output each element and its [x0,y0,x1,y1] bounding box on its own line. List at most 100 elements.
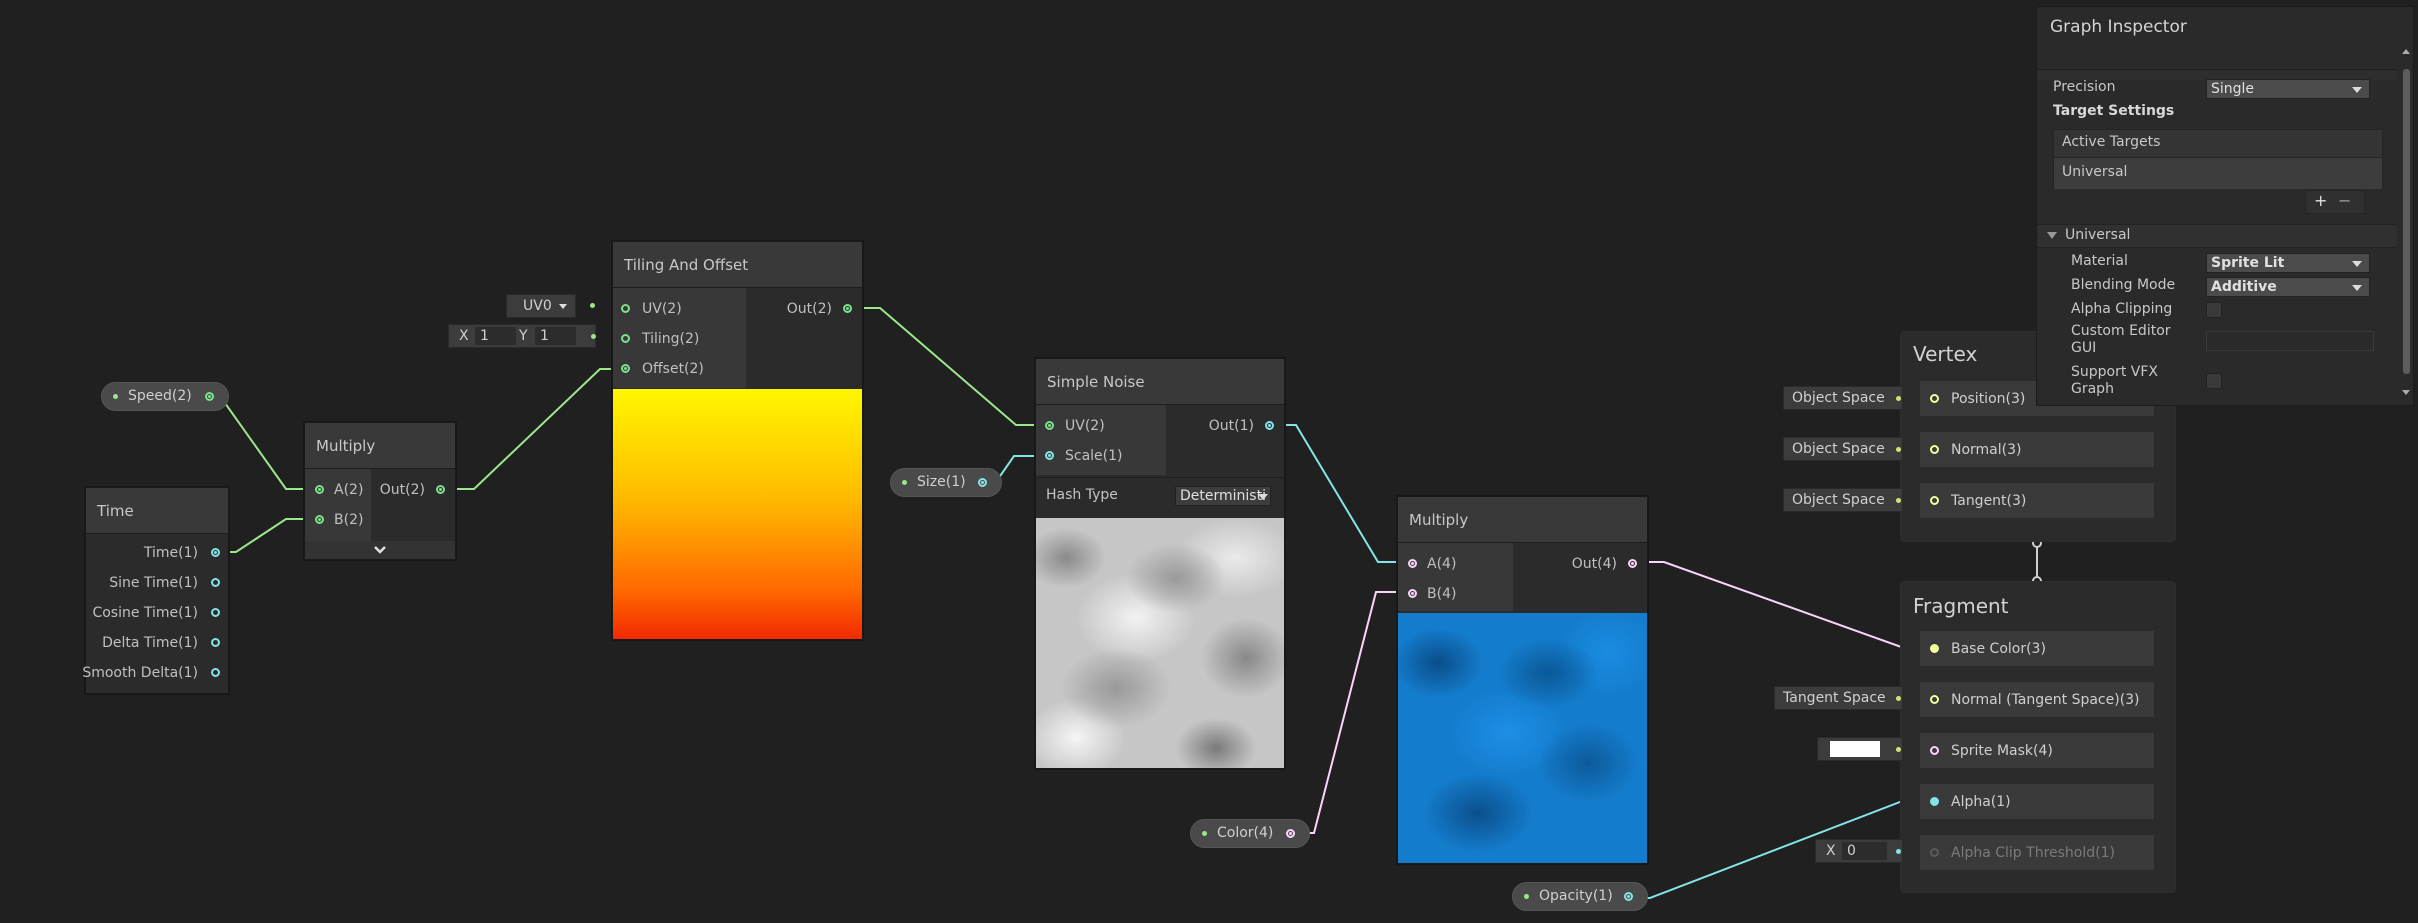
speed-output-port[interactable] [205,392,214,401]
opacity-property-node[interactable]: Opacity(1) [1512,882,1648,911]
sprite-mask-slot[interactable]: Sprite Mask(4) [1919,732,2155,769]
delta-time-port[interactable] [211,638,220,647]
uv-input-port[interactable] [1045,421,1054,430]
tangent-slot[interactable]: Tangent(3) [1919,482,2155,519]
hash-type-dropdown[interactable]: Deterministi [1175,486,1271,506]
normal-ts-slot[interactable]: Normal (Tangent Space)(3) [1919,681,2155,718]
normal-ts-port[interactable] [1930,695,1939,704]
scroll-thumb[interactable] [2403,69,2410,374]
input-a-port[interactable] [315,485,324,494]
tangent-space-field[interactable]: Object Space [1783,488,1903,512]
base-color-port[interactable] [1930,644,1939,653]
alpha-clipping-label: Alpha Clipping [2071,301,2173,317]
normal-ts-label: Normal (Tangent Space)(3) [1951,692,2140,708]
add-target-button[interactable]: + [2314,191,2327,210]
alpha-clip-field[interactable]: X 0 [1815,839,1903,863]
expand-toggle[interactable] [305,541,455,559]
active-targets-list[interactable]: Active Targets Universal [2053,129,2383,189]
sprite-mask-color-field[interactable] [1817,737,1903,761]
node-title: Multiply [305,423,455,469]
position-label: Position(3) [1951,391,2026,407]
node-title: Time [86,488,228,534]
size-output-port[interactable] [978,478,987,487]
output-label: Out(1) [1208,418,1254,434]
tiling-x-label: X [459,328,469,344]
hash-type-label: Hash Type [1046,487,1118,503]
tiling-vector-field[interactable]: X 1 Y 1 [448,324,596,348]
speed-property-node[interactable]: Speed(2) [101,382,229,411]
sine-time-port[interactable] [211,578,220,587]
input-b-port[interactable] [1408,589,1417,598]
uv-input-label: UV(2) [1065,418,1105,434]
alpha-slot[interactable]: Alpha(1) [1919,783,2155,820]
alpha-clip-label: Alpha Clip Threshold(1) [1951,845,2115,861]
smooth-delta-port[interactable] [211,668,220,677]
output-port[interactable] [1265,421,1274,430]
precision-value: Single [2211,81,2255,97]
cosine-time-port[interactable] [211,608,220,617]
multiply-node-2[interactable]: Multiply A(4) B(4) Out(4) [1397,496,1648,864]
input-a-port[interactable] [1408,559,1417,568]
color-output-port[interactable] [1286,829,1295,838]
precision-dropdown[interactable]: Single [2206,79,2370,99]
time-port[interactable] [211,548,220,557]
base-color-slot[interactable]: Base Color(3) [1919,630,2155,667]
color-swatch[interactable] [1830,741,1880,757]
output-port[interactable] [1628,559,1637,568]
normal-space-field[interactable]: Object Space [1783,437,1903,461]
sprite-mask-port[interactable] [1930,746,1939,755]
remove-target-button[interactable]: − [2338,191,2351,210]
output-label: Out(4) [1571,556,1617,572]
scroll-up-arrow-icon[interactable] [2402,49,2410,54]
scale-input-port[interactable] [1045,451,1054,460]
uv-input-port[interactable] [621,304,630,313]
normal-space-tag[interactable]: Tangent Space [1774,686,1903,710]
input-b-port[interactable] [315,515,324,524]
scroll-down-arrow-icon[interactable] [2402,390,2410,395]
tiling-input-port[interactable] [621,334,630,343]
preview-gradient [613,389,862,639]
tiling-y-input[interactable]: 1 [535,327,576,345]
custom-editor-input[interactable] [2206,331,2374,351]
color-property-node[interactable]: Color(4) [1190,819,1310,848]
simple-noise-node[interactable]: Simple Noise UV(2) Scale(1) Out(1) Hash … [1035,358,1285,769]
wire-tiling-to-noise-uv [853,307,1048,426]
section-title: Universal [2065,227,2131,243]
output-port[interactable] [436,485,445,494]
support-vfx-checkbox[interactable] [2206,373,2222,389]
time-node[interactable]: Time Time(1) Sine Time(1) Cosine Time(1)… [82,487,229,694]
normal-slot[interactable]: Normal(3) [1919,431,2155,468]
inspector-scrollbar[interactable] [2400,47,2413,397]
output-port[interactable] [843,304,852,313]
property-dot-icon [902,480,907,485]
opacity-output-port[interactable] [1624,892,1633,901]
multiply-node-1[interactable]: Multiply A(2) B(2) Out(2) [304,422,456,560]
alpha-clip-port[interactable] [1930,848,1939,857]
input-a-label: A(4) [1427,556,1457,572]
alpha-clip-x-input[interactable]: 0 [1842,842,1887,860]
input-b-label: B(2) [334,512,364,528]
space-value: Object Space [1792,390,1885,406]
tiling-x-input[interactable]: 1 [475,327,516,345]
chevron-down-icon [374,546,386,554]
normal-port[interactable] [1930,445,1939,454]
offset-input-port[interactable] [621,364,630,373]
blending-mode-dropdown[interactable]: Additive [2206,277,2370,297]
graph-inspector-panel[interactable]: Graph Inspector Precision Single Target … [2036,6,2414,406]
position-space-field[interactable]: Object Space [1783,386,1903,410]
alpha-clipping-checkbox[interactable] [2206,302,2222,318]
alpha-clip-slot[interactable]: Alpha Clip Threshold(1) [1919,834,2155,871]
active-target-item[interactable]: Universal [2054,157,2382,189]
tiling-and-offset-node[interactable]: Tiling And Offset UV(2) Tiling(2) Offset… [612,241,863,640]
position-port[interactable] [1930,394,1939,403]
material-dropdown[interactable]: Sprite Lit [2206,253,2370,273]
space-value: Tangent Space [1783,690,1886,706]
tangent-port[interactable] [1930,496,1939,505]
alpha-port[interactable] [1930,797,1939,806]
universal-foldout[interactable]: Universal [2037,224,2397,248]
uv-channel-dropdown[interactable]: UV0 [506,294,576,318]
size-property-node[interactable]: Size(1) [890,468,1002,497]
property-label: Opacity(1) [1539,888,1613,904]
base-color-label: Base Color(3) [1951,641,2046,657]
fragment-context[interactable]: Fragment Base Color(3) Normal (Tangent S… [1900,581,2176,893]
